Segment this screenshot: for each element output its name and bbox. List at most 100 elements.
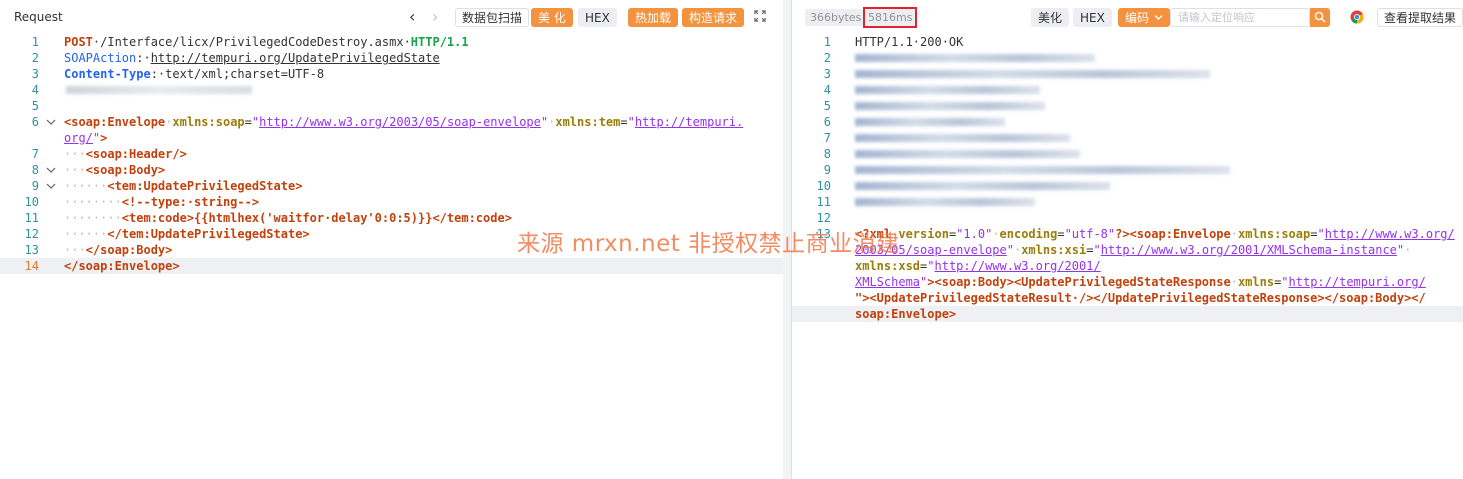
code-line-active: 14 </soap:Envelope> bbox=[0, 258, 783, 274]
xml-attribute-value: 2003/05/soap-envelope bbox=[855, 243, 1007, 257]
code-line-wrap: XMLSchema"><soap:Body><UpdatePrivilegedS… bbox=[855, 275, 1426, 289]
back-arrow-icon[interactable]: ‹ bbox=[409, 7, 415, 26]
encoding-label: 编码 bbox=[1125, 11, 1150, 25]
search-input[interactable] bbox=[1171, 9, 1286, 26]
response-pane: 366bytes 5816ms 美化 HEX 编码 查看提取结果 1 HTTP/… bbox=[791, 0, 1463, 479]
xml-tag: soap:Envelope> bbox=[855, 307, 957, 321]
line-number: 14 bbox=[24, 259, 39, 273]
xml-attribute-value: "utf-8" bbox=[1064, 227, 1116, 241]
header-separator: :· bbox=[150, 67, 166, 81]
chrome-browser-icon[interactable] bbox=[1350, 10, 1364, 24]
redacted-header bbox=[855, 134, 1070, 142]
line-number: 2 bbox=[31, 51, 39, 65]
redacted-header bbox=[855, 70, 1210, 78]
line-number: 9 bbox=[823, 163, 831, 177]
request-path: ·/Interface/licx/PrivilegedCodeDestroy.a… bbox=[92, 35, 411, 49]
header-name: Content-Type bbox=[64, 67, 151, 81]
line-number: 7 bbox=[823, 131, 831, 145]
code-line: 10 ········<!--type:·string--> bbox=[0, 194, 783, 210]
xml-attribute: xmlns:tem bbox=[555, 115, 621, 129]
forward-arrow-icon[interactable]: › bbox=[432, 7, 438, 26]
hex-button[interactable]: HEX bbox=[1073, 8, 1112, 27]
xml-attribute: xmlns:xsi bbox=[1021, 243, 1087, 257]
line-number: 10 bbox=[816, 179, 831, 193]
search-button[interactable] bbox=[1310, 8, 1330, 27]
xml-attribute-value: http://tempuri. bbox=[634, 115, 744, 129]
code-line: 5 bbox=[0, 98, 783, 114]
view-extract-results-button[interactable]: 查看提取结果 bbox=[1377, 8, 1463, 27]
line-number: 12 bbox=[816, 211, 831, 225]
xml-tag: <soap:Header/> bbox=[85, 147, 187, 161]
response-editor[interactable]: 1 HTTP/1.1·200·OK 2 3 4 5 6 7 8 9 10 11 … bbox=[792, 34, 1463, 479]
http-version: HTTP/1.1 bbox=[410, 35, 469, 49]
xml-attribute-value: http://www.w3.org/2001/ bbox=[934, 259, 1101, 273]
fold-chevron-icon[interactable] bbox=[46, 181, 56, 191]
code-line-wrap: "><UpdatePrivilegedStateResult·/></Updat… bbox=[792, 290, 1463, 306]
line-number: 11 bbox=[24, 211, 39, 225]
xml-payload: <tem:code>{{htmlhex('waitfor·delay'0:0:5… bbox=[121, 211, 512, 225]
line-number: 8 bbox=[31, 163, 39, 177]
code-line: 10 bbox=[792, 178, 1463, 194]
header-separator: :· bbox=[136, 51, 151, 65]
line-number: 4 bbox=[31, 83, 39, 97]
code-line-wrap: 2003/05/soap-envelope"·xmlns:xsi="http:/… bbox=[855, 243, 1412, 257]
code-line: 9 bbox=[792, 162, 1463, 178]
locate-response-search[interactable] bbox=[1170, 8, 1310, 27]
code-line: 5 bbox=[792, 98, 1463, 114]
line-number: 12 bbox=[24, 227, 39, 241]
code-line-wrap: org/"> bbox=[64, 131, 108, 145]
line-number: 3 bbox=[31, 67, 39, 81]
code-line: 13 ···</soap:Body> bbox=[0, 242, 783, 258]
request-pane: Request ‹ › 数据包扫描 美 化 HEX 热加载 构造请求 1 POS… bbox=[0, 0, 784, 479]
code-line-active: soap:Envelope> bbox=[792, 306, 1463, 322]
search-icon bbox=[1314, 11, 1326, 23]
code-line: 4 bbox=[792, 82, 1463, 98]
line-number: 4 bbox=[823, 83, 831, 97]
pane-divider[interactable] bbox=[783, 0, 791, 479]
xml-tag: <soap:Envelope bbox=[64, 115, 166, 129]
code-line: 11 bbox=[792, 194, 1463, 210]
line-number: 1 bbox=[823, 35, 831, 49]
response-toolbar: 366bytes 5816ms 美化 HEX 编码 查看提取结果 bbox=[792, 0, 1463, 34]
code-line-wrap: xmlns:xsd="http://www.w3.org/2001/ bbox=[855, 259, 1101, 273]
line-number: 13 bbox=[24, 243, 39, 257]
fold-chevron-icon[interactable] bbox=[46, 165, 56, 175]
request-editor[interactable]: 1 POST·/Interface/licx/PrivilegedCodeDes… bbox=[0, 34, 783, 479]
hex-button[interactable]: HEX bbox=[578, 8, 617, 27]
response-size: 366bytes bbox=[805, 9, 867, 26]
header-value: text/xml;charset=UTF-8 bbox=[165, 67, 325, 81]
xml-tag: </soap:Envelope> bbox=[64, 259, 180, 273]
line-number: 1 bbox=[31, 35, 39, 49]
redacted-header bbox=[855, 102, 1045, 110]
code-line: 6 <soap:Envelope·xmlns:soap="http://www.… bbox=[0, 114, 783, 130]
code-line: 3 Content-Type:·text/xml;charset=UTF-8 bbox=[0, 66, 783, 82]
code-line: 8 bbox=[792, 146, 1463, 162]
line-number: 9 bbox=[31, 179, 39, 193]
beautify-button[interactable]: 美 化 bbox=[531, 8, 573, 27]
code-line: 9 ······<tem:UpdatePrivilegedState> bbox=[0, 178, 783, 194]
line-number: 5 bbox=[31, 99, 39, 113]
line-number: 6 bbox=[823, 115, 831, 129]
redacted-header bbox=[855, 198, 1035, 206]
xml-tag: </tem:UpdatePrivilegedState> bbox=[107, 227, 310, 241]
build-request-button[interactable]: 构造请求 bbox=[682, 8, 745, 27]
request-title: Request bbox=[14, 10, 63, 24]
hot-load-button[interactable]: 热加载 bbox=[628, 8, 679, 27]
code-line: 11 ········<tem:code>{{htmlhex('waitfor·… bbox=[0, 210, 783, 226]
xml-tag: ><soap:Body><UpdatePrivilegedStateRespon… bbox=[927, 275, 1231, 289]
xml-attribute-value: http://www.w3.org/ bbox=[1324, 227, 1455, 241]
xml-tag: <soap:Envelope bbox=[1129, 227, 1231, 241]
xml-attribute-value: http://tempuri.org/ bbox=[1288, 275, 1426, 289]
packet-scan-button[interactable]: 数据包扫描 bbox=[455, 8, 530, 27]
code-line: 2 bbox=[792, 50, 1463, 66]
xml-attribute-value: "1.0" bbox=[956, 227, 993, 241]
fold-chevron-icon[interactable] bbox=[46, 117, 56, 127]
xml-attribute: encoding bbox=[999, 227, 1058, 241]
code-line: 7 ···<soap:Header/> bbox=[0, 146, 783, 162]
encoding-dropdown[interactable]: 编码 bbox=[1118, 8, 1171, 27]
code-line: 8 ···<soap:Body> bbox=[0, 162, 783, 178]
xml-attribute: xmlns:soap bbox=[172, 115, 245, 129]
expand-icon[interactable] bbox=[754, 10, 766, 22]
header-value: http://tempuri.org/UpdatePrivilegedState bbox=[150, 51, 440, 65]
beautify-button[interactable]: 美化 bbox=[1031, 8, 1070, 27]
